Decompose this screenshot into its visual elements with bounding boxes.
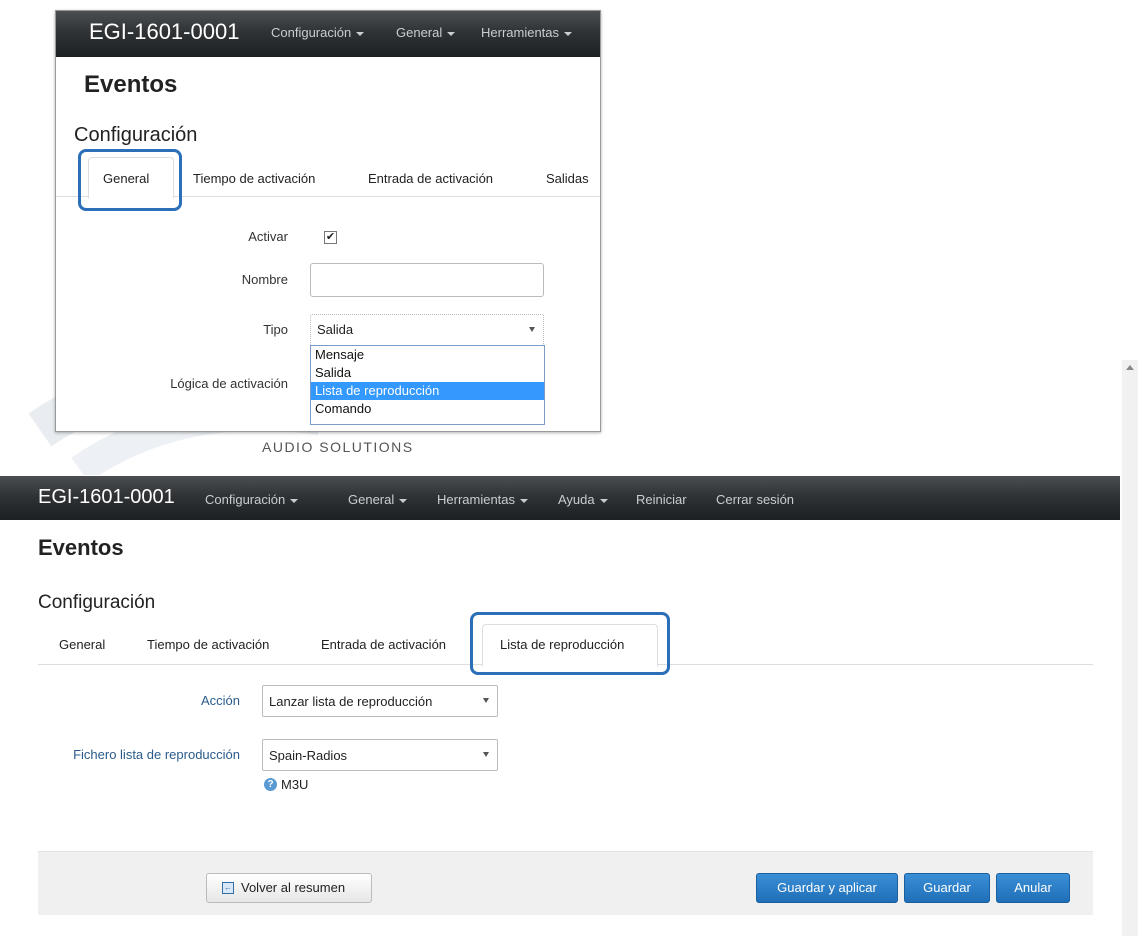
nav-configuracion[interactable]: Configuración [205,492,299,507]
inset-tab-entrada[interactable]: Entrada de activación [368,171,493,186]
inset-window: EGI-1601-0001 Configuración General Herr… [55,10,601,432]
nav-general[interactable]: General [348,492,408,507]
inset-nombre-label: Nombre [241,272,288,287]
page-title: Eventos [38,535,124,560]
accion-select[interactable]: Lanzar lista de reproducción [262,685,498,717]
nav-cerrar-sesion[interactable]: Cerrar sesión [716,492,794,507]
inset-tipo-label: Tipo [263,322,288,337]
inset-section-title: Configuración [74,124,198,146]
scroll-up-icon[interactable] [1126,365,1134,370]
main-brand[interactable]: EGI-1601-0001 [38,486,175,509]
inset-nav-herramientas[interactable]: Herramientas [481,25,573,40]
inset-navbar: EGI-1601-0001 Configuración General Herr… [56,11,600,57]
nav-herramientas[interactable]: Herramientas [437,492,529,507]
inset-nombre-input[interactable] [310,263,544,297]
inset-brand[interactable]: EGI-1601-0001 [89,19,239,45]
help-icon[interactable]: ? [264,778,277,791]
accion-label: Acción [200,693,240,708]
inset-activar-label: Activar [248,229,288,244]
inset-page-title: Eventos [84,71,178,98]
inset-nav-general[interactable]: General [396,25,456,40]
section-title: Configuración [38,592,156,613]
help-text: M3U [281,777,309,792]
watermark-text: AUDIO SOLUTIONS [262,439,414,455]
dropdown-option-lista[interactable]: Lista de reproducción [311,382,544,400]
nav-reiniciar[interactable]: Reiniciar [636,492,687,507]
inset-tab-general[interactable]: General [103,171,149,186]
inset-logica-label: Lógica de activación [170,376,288,391]
cancel-button[interactable]: Anular [996,873,1070,903]
inset-activar-checkbox[interactable]: ✔ [324,231,337,244]
tab-general[interactable]: General [59,637,105,652]
dropdown-option-salida[interactable]: Salida [311,364,544,382]
back-button[interactable]: ← Volver al resumen [206,873,372,903]
tab-tiempo[interactable]: Tiempo de activación [147,637,269,652]
inset-nav-configuracion[interactable]: Configuración [271,25,365,40]
save-apply-button[interactable]: Guardar y aplicar [756,873,898,903]
tab-lista[interactable]: Lista de reproducción [500,637,624,652]
fichero-label: Fichero lista de reproducción [73,747,240,762]
save-button[interactable]: Guardar [904,873,990,903]
back-arrow-icon: ← [222,882,234,894]
inset-tab-salidas[interactable]: Salidas [546,171,589,186]
dropdown-option-comando[interactable]: Comando [311,400,544,418]
inset-tipo-dropdown[interactable]: Mensaje Salida Lista de reproducción Com… [310,345,545,425]
fichero-select[interactable]: Spain-Radios [262,739,498,771]
scrollbar[interactable] [1122,360,1138,936]
inset-tab-tiempo[interactable]: Tiempo de activación [193,171,315,186]
dropdown-option-mensaje[interactable]: Mensaje [311,346,544,364]
main-navbar: EGI-1601-0001 Configuración General Herr… [0,476,1120,520]
inset-tipo-select[interactable]: Salida [310,314,544,346]
nav-ayuda[interactable]: Ayuda [558,492,608,507]
tab-entrada[interactable]: Entrada de activación [321,637,446,652]
